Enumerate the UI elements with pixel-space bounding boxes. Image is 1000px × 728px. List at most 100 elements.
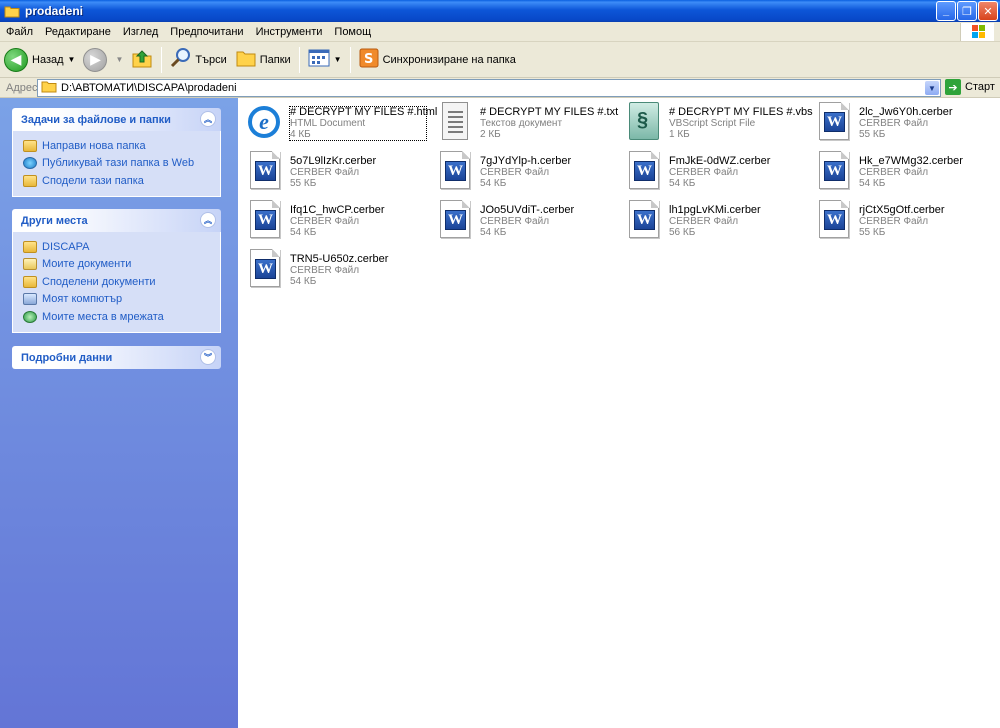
file-item[interactable]: W JOo5UVdiT-.cerber CERBER Файл 54 КБ	[432, 198, 617, 242]
file-size: 54 КБ	[669, 178, 696, 189]
task-publish-web[interactable]: Публикувай тази папка в Web	[23, 155, 220, 173]
file-item[interactable]: W rjCtX5gOtf.cerber CERBER Файл 55 КБ	[811, 198, 996, 242]
file-size: 55 КБ	[859, 227, 886, 238]
globe-icon	[23, 157, 37, 170]
menu-favorites[interactable]: Предпочитани	[164, 26, 249, 38]
file-type: CERBER Файл	[859, 216, 929, 227]
file-size: 2 КБ	[480, 129, 501, 140]
up-button[interactable]	[127, 45, 157, 75]
place-shared-documents[interactable]: Споделени документи	[23, 273, 220, 291]
file-item[interactable]: e # DECRYPT MY FILES #.html HTML Documen…	[242, 100, 438, 144]
word-icon: W	[440, 200, 470, 238]
place-network[interactable]: Моите места в мрежата	[23, 308, 220, 326]
folders-button[interactable]: Папки	[231, 45, 295, 75]
file-item[interactable]: W Ifq1C_hwCP.cerber CERBER Файл 54 КБ	[242, 198, 427, 242]
file-item[interactable]: W lh1pgLvKMi.cerber CERBER Файл 56 КБ	[621, 198, 806, 242]
details-header[interactable]: Подробни данни ︾	[12, 346, 221, 369]
menu-bar: Файл Редактиране Изглед Предпочитани Инс…	[0, 22, 1000, 42]
sync-icon: S	[359, 48, 379, 71]
restore-button[interactable]: ❐	[957, 1, 977, 21]
chevron-up-icon[interactable]: ︽	[200, 212, 216, 228]
place-label: Моите места в мрежата	[42, 310, 164, 323]
back-button[interactable]: ◀ Назад ▼	[0, 45, 79, 75]
toolbar-separator	[298, 46, 300, 73]
close-button[interactable]: ✕	[978, 1, 998, 21]
place-my-computer[interactable]: Моят компютър	[23, 291, 220, 309]
title-bar[interactable]: prodadeni _ ❐ ✕	[0, 0, 1000, 22]
task-share-folder[interactable]: Сподели тази папка	[23, 172, 220, 190]
file-name: 7gJYdYlp-h.cerber	[480, 155, 572, 167]
word-icon: W	[819, 151, 849, 189]
chevron-down-icon[interactable]: ︾	[200, 349, 216, 365]
file-list[interactable]: e # DECRYPT MY FILES #.html HTML Documen…	[238, 98, 1000, 728]
panel-title: Други места	[21, 214, 88, 227]
sync-folder-button[interactable]: S Синхронизиране на папка	[355, 45, 520, 75]
address-input[interactable]: D:\АВТОМАТИ\DISCAPA\prodadeni ▼	[37, 79, 941, 97]
chevron-down-icon[interactable]: ▼	[68, 55, 76, 64]
place-my-documents[interactable]: Моите документи	[23, 256, 220, 274]
sync-label: Синхронизиране на папка	[382, 53, 516, 66]
file-item[interactable]: W TRN5-U650z.cerber CERBER Файл 54 КБ	[242, 247, 427, 291]
file-type: HTML Document	[290, 118, 366, 129]
chevron-down-icon[interactable]: ▼	[334, 55, 342, 64]
toolbar-separator	[161, 46, 163, 73]
toolbar: ◀ Назад ▼ ▶ ▼ Търси Папки ▼ S Синхронизи…	[0, 42, 1000, 78]
file-name: 5o7L9lIzKr.cerber	[290, 155, 377, 167]
chevron-down-icon[interactable]: ▼	[925, 81, 939, 95]
file-name: # DECRYPT MY FILES #.html	[290, 106, 438, 118]
file-item[interactable]: W 7gJYdYlp-h.cerber CERBER Файл 54 КБ	[432, 149, 617, 193]
text-document-icon	[442, 102, 468, 140]
back-arrow-icon: ◀	[4, 47, 28, 72]
views-button[interactable]: ▼	[304, 45, 346, 75]
menu-file[interactable]: Файл	[0, 26, 39, 38]
file-item[interactable]: W 5o7L9lIzKr.cerber CERBER Файл 55 КБ	[242, 149, 427, 193]
file-type: CERBER Файл	[290, 216, 360, 227]
file-item[interactable]: W 2lc_Jw6Y0h.cerber CERBER Файл 55 КБ	[811, 100, 996, 144]
file-size: 54 КБ	[480, 178, 507, 189]
chevron-up-icon[interactable]: ︽	[200, 111, 216, 127]
file-type: CERBER Файл	[669, 216, 739, 227]
address-bar: Адрес D:\АВТОМАТИ\DISCAPA\prodadeni ▼ ➔ …	[0, 78, 1000, 98]
go-arrow-icon: ➔	[945, 79, 961, 95]
task-new-folder[interactable]: Направи нова папка	[23, 137, 220, 155]
file-name: # DECRYPT MY FILES #.vbs	[669, 106, 813, 118]
file-name: lh1pgLvKMi.cerber	[669, 204, 761, 216]
menu-tools[interactable]: Инструменти	[250, 26, 329, 38]
file-size: 54 КБ	[290, 276, 317, 287]
file-size: 54 КБ	[859, 178, 886, 189]
address-label: Адрес	[6, 81, 38, 94]
file-tasks-header[interactable]: Задачи за файлове и папки ︽	[12, 108, 221, 131]
go-label: Старт	[965, 81, 995, 93]
file-type: CERBER Файл	[669, 167, 739, 178]
file-type: Текстов документ	[480, 118, 563, 129]
file-item[interactable]: # DECRYPT MY FILES #.vbs VBScript Script…	[621, 100, 813, 144]
menu-help[interactable]: Помощ	[328, 26, 377, 38]
file-size: 54 КБ	[480, 227, 507, 238]
window-title: prodadeni	[25, 4, 84, 18]
file-type: CERBER Файл	[290, 265, 360, 276]
folders-icon	[235, 47, 257, 72]
views-icon	[308, 48, 330, 71]
folder-icon	[41, 80, 57, 96]
search-button[interactable]: Търси	[166, 45, 230, 75]
file-size: 1 КБ	[669, 129, 690, 140]
file-item[interactable]: # DECRYPT MY FILES #.txt Текстов докумен…	[432, 100, 619, 144]
chevron-down-icon[interactable]: ▼	[115, 55, 123, 64]
place-discapa[interactable]: DISCAPA	[23, 238, 220, 256]
menu-edit[interactable]: Редактиране	[39, 26, 117, 38]
word-icon: W	[629, 200, 659, 238]
task-label: Сподели тази папка	[42, 174, 144, 187]
file-name: FmJkE-0dWZ.cerber	[669, 155, 771, 167]
file-name: # DECRYPT MY FILES #.txt	[480, 106, 619, 118]
minimize-button[interactable]: _	[936, 1, 956, 21]
file-name: Hk_e7WMg32.cerber	[859, 155, 963, 167]
file-item[interactable]: W FmJkE-0dWZ.cerber CERBER Файл 54 КБ	[621, 149, 806, 193]
other-places-header[interactable]: Други места ︽	[12, 209, 221, 232]
word-icon: W	[250, 249, 280, 287]
forward-button[interactable]: ▶ ▼	[79, 45, 127, 75]
file-item[interactable]: W Hk_e7WMg32.cerber CERBER Файл 54 КБ	[811, 149, 996, 193]
word-icon: W	[250, 200, 280, 238]
menu-view[interactable]: Изглед	[117, 26, 164, 38]
go-button[interactable]: ➔ Старт	[945, 79, 995, 95]
file-type: CERBER Файл	[480, 167, 550, 178]
